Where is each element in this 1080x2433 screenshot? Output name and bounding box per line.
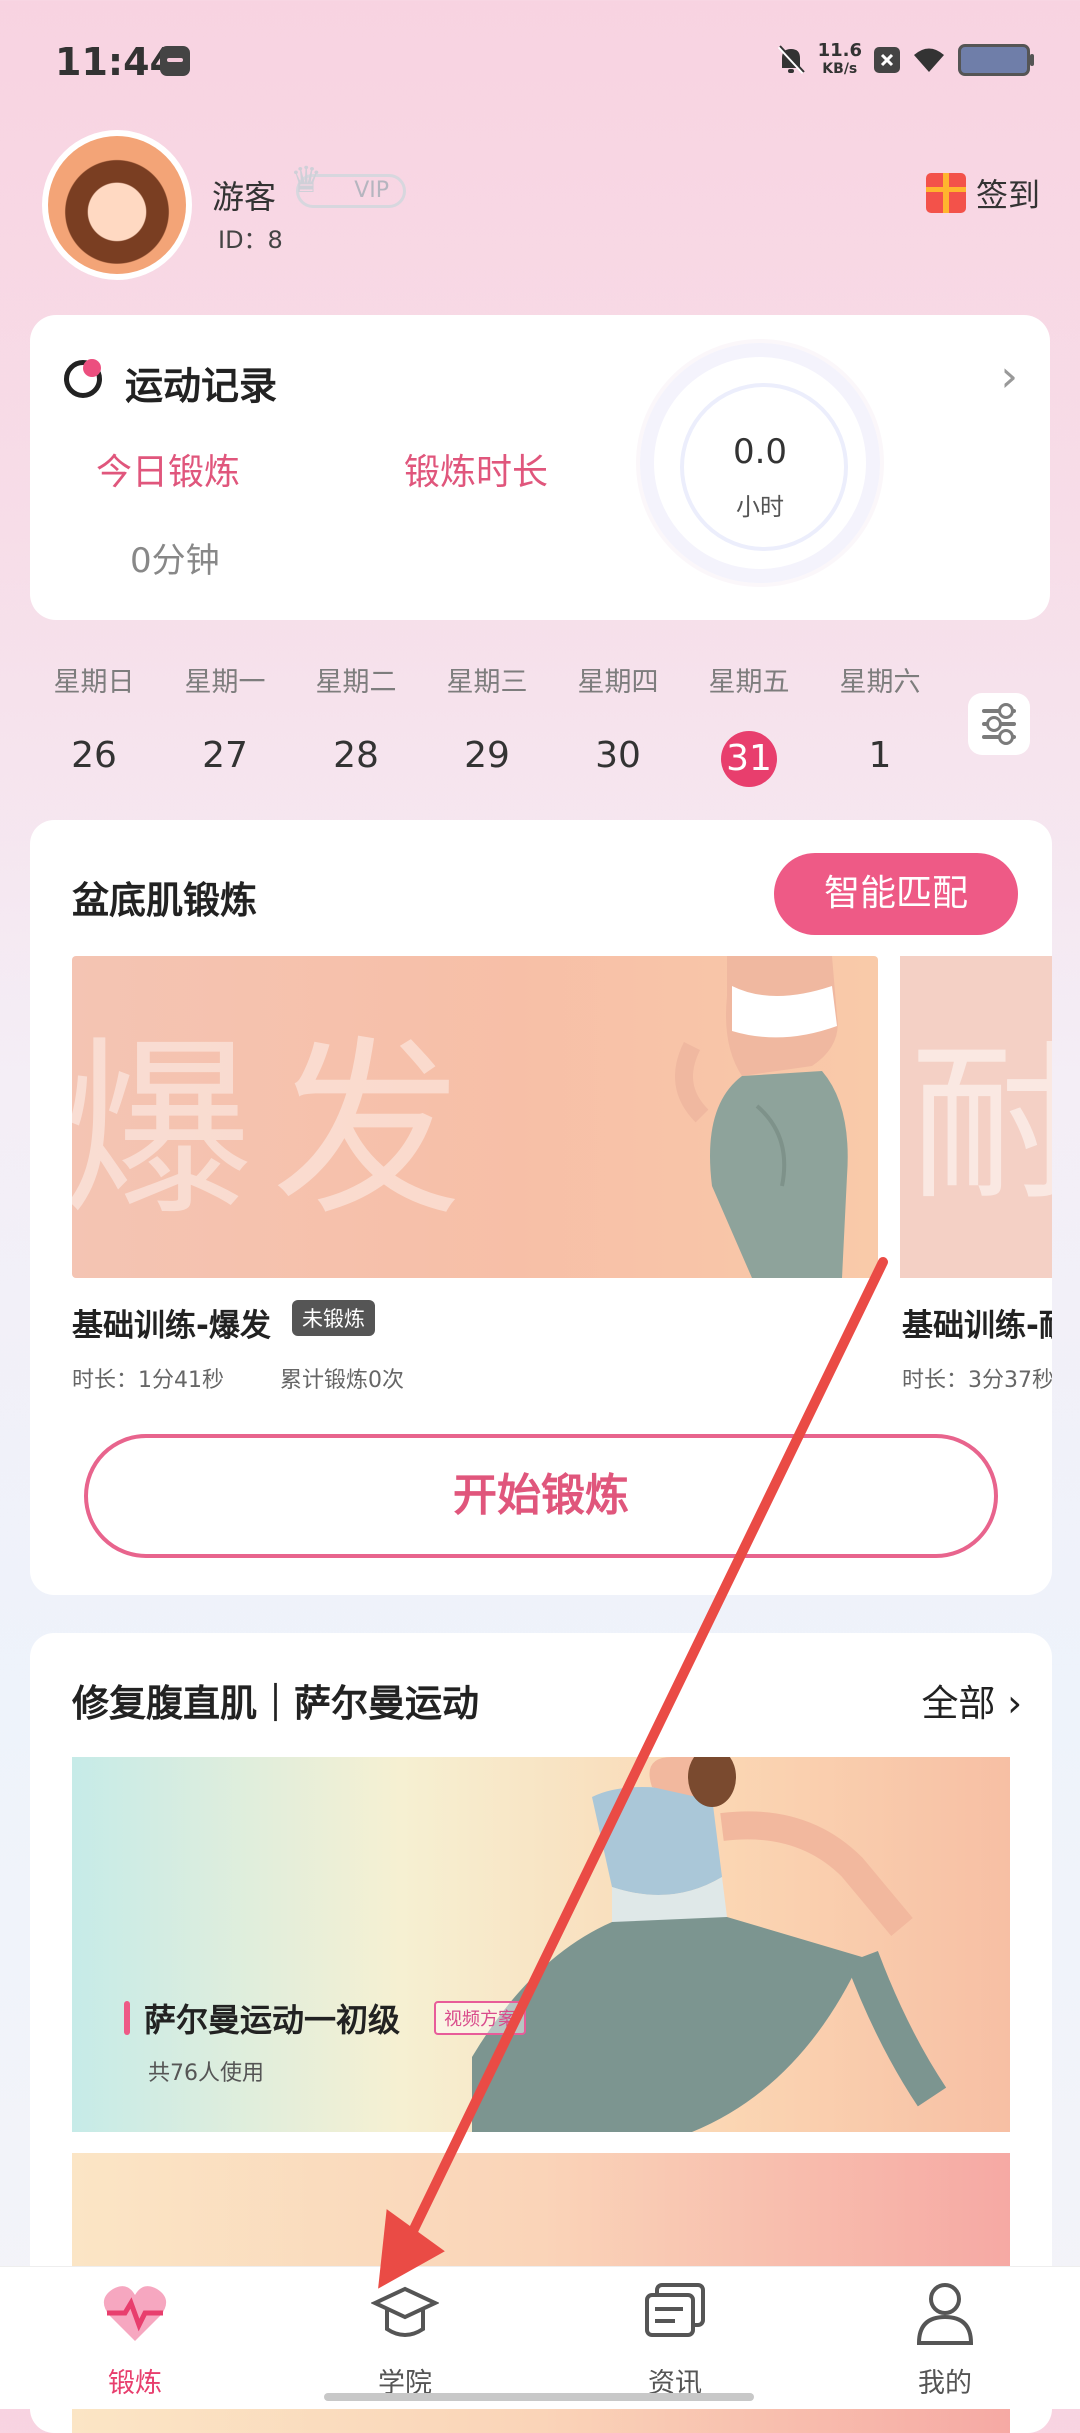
course-name: 基础训练-耐 [902, 1308, 1052, 1344]
title-accent-bar [124, 2001, 130, 2035]
message-notification-icon [160, 46, 190, 76]
signin-button[interactable]: 签到 [925, 170, 1040, 216]
status-icons: 11.6 KB/s [776, 40, 1034, 78]
start-exercise-button[interactable]: 开始锻炼 [84, 1434, 998, 1558]
smart-match-button[interactable]: 智能匹配 [774, 853, 1018, 935]
weekday-label: 星期二 [315, 667, 397, 698]
today-exercise-label: 今日锻炼 [96, 452, 241, 493]
pelvic-floor-card: 盆底肌锻炼 智能匹配 爆发 耐 基础训练-爆发 未锻炼 基础训练-耐 时长：1分… [30, 820, 1052, 1595]
program-banner[interactable]: 萨尔曼运动一初级 视频方案 共76人使用 [72, 1757, 1010, 2132]
tab-academy[interactable]: 学院 [270, 2267, 540, 2409]
course-name: 基础训练-爆发 [72, 1308, 271, 1344]
network-speed: 11.6 KB/s [817, 40, 862, 78]
username: 游客 [212, 178, 277, 216]
duration-value: 0.0 [732, 432, 788, 472]
calendar-day[interactable]: 1 [830, 735, 930, 776]
person-icon [916, 2283, 974, 2345]
crown-icon: ♛ [290, 160, 323, 201]
weekday-label: 星期三 [446, 667, 528, 698]
duration-ring: 0.0 小时 [640, 343, 880, 583]
record-title: 运动记录 [125, 364, 278, 408]
calendar-day-selected[interactable]: 31 [721, 731, 777, 787]
news-chat-icon [645, 2283, 705, 2337]
exercise-record-card[interactable]: 运动记录 › 今日锻炼 锻炼时长 0分钟 0.0 小时 [30, 315, 1050, 620]
weekday-label: 星期五 [708, 667, 790, 698]
course-duration: 时长：3分37秒 [902, 1368, 1052, 1393]
section-title: 修复腹直肌｜萨尔曼运动 [72, 1682, 479, 1725]
avatar[interactable] [42, 130, 192, 280]
duration-unit: 小时 [736, 493, 784, 521]
video-plan-badge: 视频方案 [434, 2001, 526, 2035]
athlete-image [675, 956, 848, 1278]
graduation-cap-icon [371, 2286, 439, 2337]
status-time: 11:44 [55, 40, 176, 84]
heart-pulse-icon [103, 2286, 167, 2341]
calendar-day[interactable]: 27 [175, 735, 275, 776]
calendar-day[interactable]: 28 [306, 735, 406, 776]
weekday-label: 星期四 [577, 667, 659, 698]
program-users: 共76人使用 [148, 2061, 264, 2086]
tab-profile[interactable]: 我的 [810, 2267, 1080, 2409]
home-indicator[interactable] [324, 2393, 754, 2401]
calendar-day[interactable]: 30 [568, 735, 668, 776]
weekday-label: 星期六 [839, 667, 921, 698]
calendar-day[interactable]: 29 [437, 735, 537, 776]
status-badge: 未锻炼 [292, 1300, 375, 1336]
battery-icon [958, 44, 1034, 76]
wifi-icon [914, 48, 944, 72]
bottom-nav: 锻炼 学院 资讯 我的 [0, 2266, 1080, 2409]
user-id: ID：8 [218, 226, 283, 254]
filter-settings-button[interactable] [968, 693, 1030, 755]
target-icon [64, 359, 102, 398]
close-box-icon [874, 47, 900, 73]
view-all-link[interactable]: 全部 › [921, 1673, 1022, 1727]
nav-label: 我的 [918, 2368, 972, 2399]
course-duration: 时长：1分41秒 [72, 1368, 224, 1393]
banner-word: 耐 [910, 1026, 1052, 1224]
exercise-duration-label: 锻炼时长 [404, 452, 549, 493]
banner-word: 爆发 [72, 1020, 483, 1241]
chevron-right-icon[interactable]: › [1000, 351, 1018, 402]
today-exercise-value: 0分钟 [130, 541, 220, 581]
calendar-day[interactable]: 26 [44, 735, 144, 776]
weekday-label: 星期一 [184, 667, 266, 698]
section-title: 盆底肌锻炼 [72, 879, 257, 922]
tab-news[interactable]: 资讯 [540, 2267, 810, 2409]
weekday-label: 星期日 [53, 667, 135, 698]
course-banner[interactable]: 爆发 [72, 956, 878, 1278]
nav-label: 锻炼 [108, 2368, 162, 2399]
signin-label: 签到 [975, 176, 1040, 214]
mute-bell-icon [777, 45, 805, 75]
course-banner-next[interactable]: 耐 [900, 956, 1052, 1278]
tab-exercise[interactable]: 锻炼 [0, 2267, 270, 2409]
course-count: 累计锻炼0次 [280, 1368, 404, 1393]
program-title: 萨尔曼运动一初级 [144, 2001, 401, 2039]
gift-icon [925, 173, 966, 213]
yoga-image [472, 1757, 947, 2132]
